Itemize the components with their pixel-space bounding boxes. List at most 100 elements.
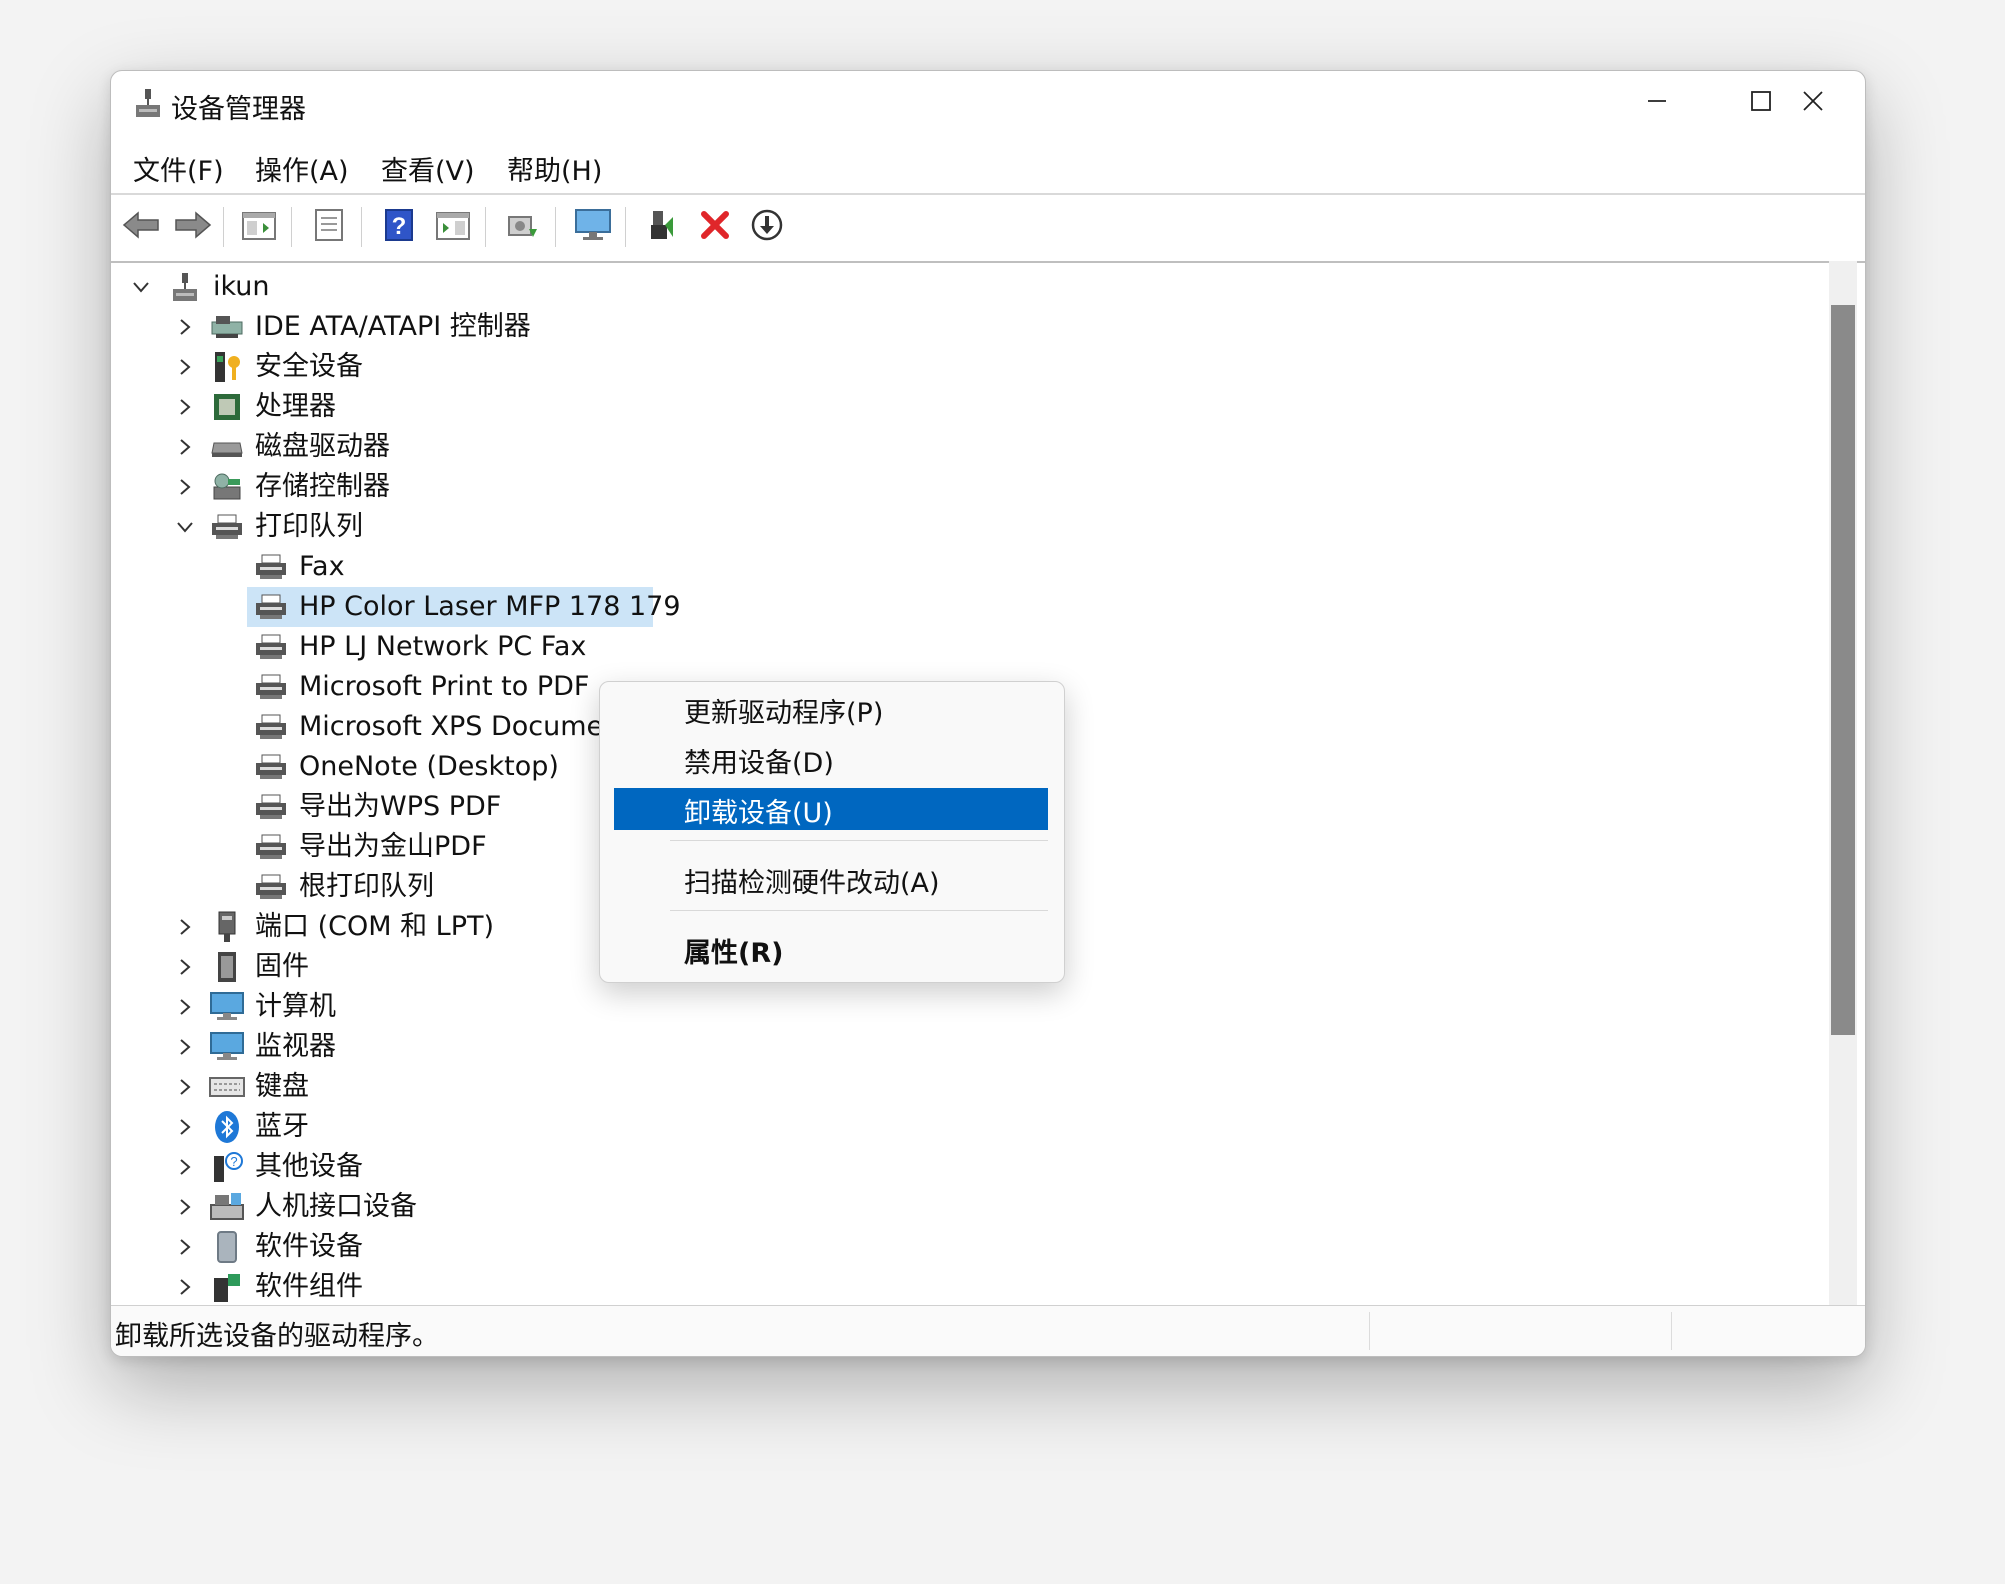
menu-help[interactable]: 帮助(H) (507, 149, 602, 188)
menu-action[interactable]: 操作(A) (255, 149, 349, 188)
device-manager-icon (133, 87, 163, 119)
tree-category-computer[interactable]: 计算机 (115, 987, 1815, 1027)
download-driver-button[interactable] (745, 205, 789, 249)
menu-view[interactable]: 查看(V) (381, 149, 475, 188)
ctx-item-label: 属性(R) (684, 938, 784, 969)
chevron-right-icon[interactable] (171, 387, 199, 427)
toolbar-separator (291, 207, 292, 247)
printer-icon (253, 829, 289, 865)
printer-icon (253, 789, 289, 825)
ctx-disable-device[interactable]: 禁用设备(D) (614, 738, 1048, 780)
ctx-item-label: 更新驱动程序(P) (684, 698, 884, 729)
scrollbar-thumb[interactable] (1831, 305, 1855, 1035)
tree-category-monitor[interactable]: 监视器 (115, 1027, 1815, 1067)
tree-category-label: 监视器 (255, 1031, 336, 1062)
tree-category-label: 存储控制器 (255, 471, 390, 502)
tree-printer-label: OneNote (Desktop) (299, 751, 559, 782)
tree-category-label: 软件组件 (255, 1271, 363, 1302)
other-device-icon: ? (209, 1149, 245, 1185)
printer-icon (253, 589, 289, 625)
tree-category-ide[interactable]: IDE ATA/ATAPI 控制器 (115, 307, 1815, 347)
tree-category-software-device[interactable]: 软件设备 (115, 1227, 1815, 1267)
chevron-right-icon[interactable] (171, 1267, 199, 1306)
security-device-icon (209, 349, 245, 385)
close-button[interactable] (1761, 71, 1865, 135)
vertical-scrollbar[interactable] (1829, 261, 1857, 1306)
scan-hardware-button[interactable] (571, 205, 615, 249)
chevron-right-icon[interactable] (171, 1187, 199, 1227)
tree-printer-label: 根打印队列 (299, 871, 434, 902)
ctx-properties[interactable]: 属性(R) (614, 928, 1048, 970)
minimize-button[interactable] (1605, 71, 1709, 135)
storage-controller-icon (209, 469, 245, 505)
tree-category-label: 蓝牙 (255, 1111, 309, 1142)
close-icon (1802, 90, 1824, 116)
chevron-right-icon[interactable] (171, 467, 199, 507)
ctx-separator (670, 910, 1048, 911)
svg-text:?: ? (392, 213, 407, 240)
update-driver-button[interactable] (501, 205, 545, 249)
tree-printer-label: Fax (299, 551, 345, 582)
tree-printer-label: HP Color Laser MFP 178 179 (299, 591, 681, 622)
tree-category-keyboard[interactable]: 键盘 (115, 1067, 1815, 1107)
chevron-right-icon[interactable] (171, 1147, 199, 1187)
enable-device-button[interactable] (641, 205, 685, 249)
tree-printer-label: 导出为WPS PDF (299, 791, 502, 822)
chevron-right-icon[interactable] (171, 1227, 199, 1267)
tree-printer-label: 导出为金山PDF (299, 831, 487, 862)
menu-file[interactable]: 文件(F) (133, 149, 224, 188)
tree-category-other[interactable]: ? 其他设备 (115, 1147, 1815, 1187)
chevron-down-icon[interactable] (171, 507, 199, 547)
toolbar: ? (111, 193, 1865, 263)
properties-button[interactable] (307, 205, 351, 249)
tree-printer-item[interactable]: Fax (115, 547, 1815, 587)
tree-category-label: IDE ATA/ATAPI 控制器 (255, 311, 531, 342)
back-button[interactable] (119, 205, 163, 249)
chevron-right-icon[interactable] (171, 347, 199, 387)
printer-icon (253, 549, 289, 585)
chevron-right-icon[interactable] (171, 427, 199, 467)
ctx-uninstall-device[interactable]: 卸载设备(U) (614, 788, 1048, 830)
computer-icon (209, 989, 245, 1025)
tree-printer-label: HP LJ Network PC Fax (299, 631, 587, 662)
show-hide-action-pane-icon (435, 209, 471, 245)
chevron-right-icon[interactable] (171, 307, 199, 347)
tree-category-hid[interactable]: 人机接口设备 (115, 1187, 1815, 1227)
tree-category-disk[interactable]: 磁盘驱动器 (115, 427, 1815, 467)
menu-bar: 文件(F) 操作(A) 查看(V) 帮助(H) (111, 141, 1865, 191)
software-device-icon (209, 1229, 245, 1265)
chevron-right-icon[interactable] (171, 1027, 199, 1067)
chevron-right-icon[interactable] (171, 947, 199, 987)
uninstall-button[interactable] (693, 205, 737, 249)
show-hide-action-pane-button[interactable] (431, 205, 475, 249)
tree-category-software-component[interactable]: 软件组件 (115, 1267, 1815, 1306)
show-hide-tree-button[interactable] (237, 205, 281, 249)
chevron-down-icon[interactable] (127, 267, 155, 307)
chevron-right-icon[interactable] (171, 1107, 199, 1147)
window-title: 设备管理器 (171, 94, 306, 125)
help-button[interactable]: ? (377, 205, 421, 249)
tree-printer-item[interactable]: HP LJ Network PC Fax (115, 627, 1815, 667)
show-hide-tree-icon (241, 209, 277, 245)
ctx-scan-hardware[interactable]: 扫描检测硬件改动(A) (614, 858, 1048, 900)
tree-category-print-queue[interactable]: 打印队列 (115, 507, 1815, 547)
printer-icon (209, 509, 245, 545)
chevron-right-icon[interactable] (171, 907, 199, 947)
forward-button[interactable] (171, 205, 215, 249)
firmware-icon (209, 949, 245, 985)
printer-icon (253, 749, 289, 785)
chevron-right-icon[interactable] (171, 1067, 199, 1107)
tree-printer-item-selected[interactable]: HP Color Laser MFP 178 179 (115, 587, 1815, 627)
tree-category-bluetooth[interactable]: 蓝牙 (115, 1107, 1815, 1147)
download-driver-icon (750, 208, 784, 246)
tree-category-label: 人机接口设备 (255, 1191, 417, 1222)
tree-category-processor[interactable]: 处理器 (115, 387, 1815, 427)
back-icon (122, 210, 160, 244)
toolbar-separator (223, 207, 224, 247)
tree-category-security[interactable]: 安全设备 (115, 347, 1815, 387)
ctx-update-driver[interactable]: 更新驱动程序(P) (614, 688, 1048, 730)
svg-text:?: ? (230, 1154, 237, 1169)
tree-root-ikun[interactable]: ikun (115, 267, 1815, 307)
chevron-right-icon[interactable] (171, 987, 199, 1027)
tree-category-storage[interactable]: 存储控制器 (115, 467, 1815, 507)
